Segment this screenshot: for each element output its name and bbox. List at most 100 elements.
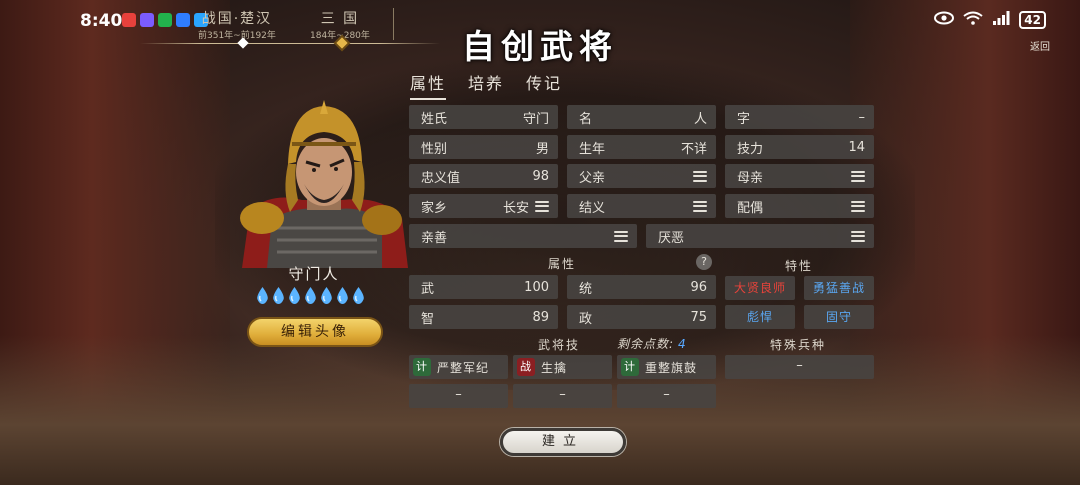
era-three-kingdoms[interactable]: 三 国 184年~280年 (310, 8, 370, 41)
help-icon[interactable]: ? (696, 254, 712, 270)
era-name: 三 国 (320, 11, 360, 27)
stratagem-badge: 计 (621, 358, 639, 376)
app-notification-icon (122, 13, 136, 27)
menu-icon (851, 200, 865, 212)
trait-item[interactable]: 固守 (804, 305, 874, 329)
hometown-field[interactable]: 家乡 长安 (409, 194, 558, 218)
trait-item[interactable]: 彪悍 (725, 305, 795, 329)
field-value: – (858, 109, 866, 125)
era-name: 战国·楚汉 (201, 11, 273, 27)
attr-label: 武 (421, 281, 435, 297)
water-drop-icon (305, 287, 316, 304)
tab-attributes[interactable]: 属性 (410, 70, 447, 100)
menu-icon (693, 170, 707, 182)
field-label: 名 (579, 111, 593, 127)
status-right: 42 (934, 11, 1046, 29)
water-drop-icon (337, 287, 348, 304)
water-drop-icon (257, 287, 268, 304)
build-button[interactable]: 建立 (500, 428, 626, 456)
skill-label: 生擒 (541, 360, 568, 375)
era-warring-states[interactable]: 战国·楚汉 前351年~前192年 (198, 8, 276, 41)
field-label: 母亲 (737, 170, 764, 186)
app-notification-icon (176, 13, 190, 27)
battle-badge: 战 (517, 358, 535, 376)
birth-year-field[interactable]: 生年 不详 (567, 135, 716, 159)
notification-icons (122, 13, 208, 27)
remaining-value: 4 (678, 337, 687, 351)
attributes-heading: 属性 (548, 257, 577, 271)
era-range: 前351年~前192年 (198, 31, 276, 41)
menu-icon (614, 230, 628, 242)
tab-training[interactable]: 培养 (468, 70, 504, 100)
status-time: 8:40 (80, 11, 123, 31)
skill-label: 重整旗鼓 (645, 360, 698, 375)
trait-item[interactable]: 大贤良师 (725, 276, 795, 300)
menu-icon (693, 200, 707, 212)
signal-icon (992, 11, 1010, 29)
courtesy-name-field[interactable]: 字 – (725, 105, 874, 129)
edit-avatar-button[interactable]: 编辑头像 (247, 317, 383, 347)
skill-slot[interactable]: 战 生擒 (513, 355, 612, 379)
traits-heading: 特性 (785, 259, 814, 273)
skill-power-field: 技力 14 (725, 135, 874, 159)
attr-value: 89 (532, 309, 549, 325)
skill-slot[interactable]: 计 重整旗鼓 (617, 355, 716, 379)
field-value: 男 (535, 141, 549, 157)
attr-leadership[interactable]: 统 96 (567, 275, 716, 299)
menu-icon (851, 170, 865, 182)
tab-biography[interactable]: 传记 (526, 70, 562, 100)
field-label: 家乡 (421, 200, 448, 216)
special-troop-heading: 特殊兵种 (770, 338, 827, 352)
attr-politics[interactable]: 政 75 (567, 305, 716, 329)
gender-field[interactable]: 性别 男 (409, 135, 558, 159)
field-label: 忠义值 (421, 170, 461, 186)
attr-martial[interactable]: 武 100 (409, 275, 558, 299)
hero-name: 守门人 (288, 265, 340, 283)
app-notification-icon (140, 13, 154, 27)
hero-level-drops (256, 287, 365, 304)
mother-field[interactable]: 母亲 (725, 164, 874, 188)
hero-portrait (232, 100, 408, 268)
water-drop-icon (321, 287, 332, 304)
field-label: 性别 (421, 141, 448, 157)
empty-skill-slot[interactable]: – (617, 384, 716, 408)
eye-icon (934, 11, 955, 29)
app-notification-icon (158, 13, 172, 27)
likes-field[interactable]: 亲善 (409, 224, 637, 248)
field-value: 98 (532, 168, 549, 184)
field-label: 父亲 (579, 170, 606, 186)
skills-heading: 武将技 (538, 338, 581, 352)
menu-icon (851, 230, 865, 242)
menu-icon (535, 200, 549, 212)
page-title: 自创武将 (462, 27, 618, 66)
field-label: 技力 (737, 141, 764, 157)
empty-skill-slot[interactable]: – (409, 384, 508, 408)
spouse-field[interactable]: 配偶 (725, 194, 874, 218)
given-name-field[interactable]: 名 人 (567, 105, 716, 129)
surname-field[interactable]: 姓氏 守门 (409, 105, 558, 129)
timeline-line (140, 43, 440, 44)
attr-value: 75 (690, 309, 707, 325)
father-field[interactable]: 父亲 (567, 164, 716, 188)
attr-label: 智 (421, 311, 435, 327)
attr-intelligence[interactable]: 智 89 (409, 305, 558, 329)
field-value: 14 (848, 139, 865, 155)
field-label: 结义 (579, 200, 606, 216)
water-drop-icon (273, 287, 284, 304)
loyalty-field[interactable]: 忠义值 98 (409, 164, 558, 188)
attr-label: 政 (579, 311, 593, 327)
era-divider (393, 8, 394, 40)
back-button[interactable]: 返回 (1030, 38, 1050, 53)
special-troop-slot[interactable]: – (725, 355, 874, 379)
skill-slot[interactable]: 计 严整军纪 (409, 355, 508, 379)
stratagem-badge: 计 (413, 358, 431, 376)
field-label: 生年 (579, 141, 606, 157)
field-label: 亲善 (421, 230, 448, 246)
sworn-brothers-field[interactable]: 结义 (567, 194, 716, 218)
trait-item[interactable]: 勇猛善战 (804, 276, 874, 300)
remaining-points: 剩余点数: 4 (617, 335, 687, 352)
empty-skill-slot[interactable]: – (513, 384, 612, 408)
dislikes-field[interactable]: 厌恶 (646, 224, 874, 248)
wifi-icon (963, 11, 983, 29)
remaining-label: 剩余点数: (617, 337, 675, 351)
